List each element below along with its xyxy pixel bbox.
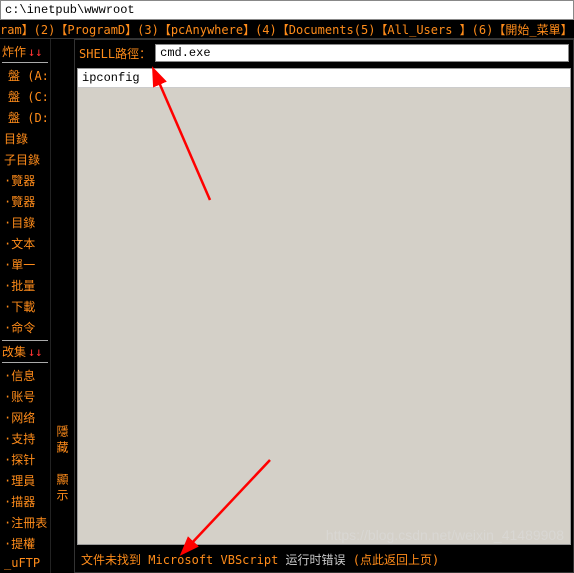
down-arrow-icon: ↓↓: [28, 345, 42, 359]
sidebar-item[interactable]: ·下載: [2, 296, 48, 317]
sidebar-item[interactable]: ·注冊表: [2, 512, 48, 533]
drive-d[interactable]: 盤 (D:): [2, 107, 48, 128]
sidebar-item[interactable]: ·探针: [2, 449, 48, 470]
sidebar-item[interactable]: ·批量: [2, 275, 48, 296]
divider: [2, 362, 48, 363]
down-arrow-icon: ↓↓: [28, 45, 42, 59]
tab-strip[interactable]: ram】(2)【ProgramD】(3)【pcAnywhere】(4)【Docu…: [0, 20, 574, 38]
drive-a[interactable]: 盤 (A:): [2, 65, 48, 86]
sidebar-item[interactable]: 目錄: [2, 128, 48, 149]
error-file-notfound: 文件未找到: [81, 553, 141, 567]
shell-path-input[interactable]: [155, 44, 569, 62]
sidebar-item[interactable]: _uFTP: [2, 554, 48, 572]
sidebar-item[interactable]: ·單一: [2, 254, 48, 275]
hide-toggle[interactable]: 隱藏: [54, 425, 71, 457]
sidebar-item[interactable]: ·支持: [2, 428, 48, 449]
terminal-output[interactable]: ipconfig: [77, 68, 571, 545]
command-text: ipconfig: [82, 71, 140, 85]
sidebar-item[interactable]: ·提權: [2, 533, 48, 554]
sidebar: 炸作↓↓ 盤 (A:) 盤 (C:) 盤 (D:) 目錄 子目錄 ·覽器 ·覽器…: [0, 39, 50, 573]
sidebar-item[interactable]: 子目錄: [2, 149, 48, 170]
divider: [2, 340, 48, 341]
shell-path-label: SHELL路徑：: [79, 45, 151, 62]
sidebar-item[interactable]: ·目錄: [2, 212, 48, 233]
back-link[interactable]: (点此返回上页): [353, 553, 439, 567]
error-runtime: 运行时错误: [286, 553, 346, 567]
sidebar-item[interactable]: ·信息: [2, 365, 48, 386]
error-msvbs: Microsoft VBScript: [148, 553, 285, 567]
sidebar-item[interactable]: ·覽器: [2, 170, 48, 191]
status-bar: 文件未找到 Microsoft VBScript 运行时错误 (点此返回上页): [75, 547, 573, 572]
sidebar-item[interactable]: ·文本: [2, 233, 48, 254]
sidebar-head-ops: 炸作↓↓: [2, 43, 48, 60]
tabs-text[interactable]: ram】(2)【ProgramD】(3)【pcAnywhere】(4)【Docu…: [0, 23, 574, 37]
sidebar-item[interactable]: ·覽器: [2, 191, 48, 212]
sidebar-item[interactable]: ·理員: [2, 470, 48, 491]
sidebar-item[interactable]: ·命令: [2, 317, 48, 338]
sidebar-item[interactable]: ·网络: [2, 407, 48, 428]
sidebar-head-collect: 改集↓↓: [2, 343, 48, 360]
sidebar-item[interactable]: ·描器: [2, 491, 48, 512]
path-text[interactable]: c:\inetpub\wwwroot: [5, 3, 135, 17]
toggle-panel: 隱藏 顯示: [50, 39, 74, 573]
drive-c[interactable]: 盤 (C:): [2, 86, 48, 107]
show-toggle[interactable]: 顯示: [54, 473, 71, 505]
divider: [2, 62, 48, 63]
sidebar-item[interactable]: ·账号: [2, 386, 48, 407]
